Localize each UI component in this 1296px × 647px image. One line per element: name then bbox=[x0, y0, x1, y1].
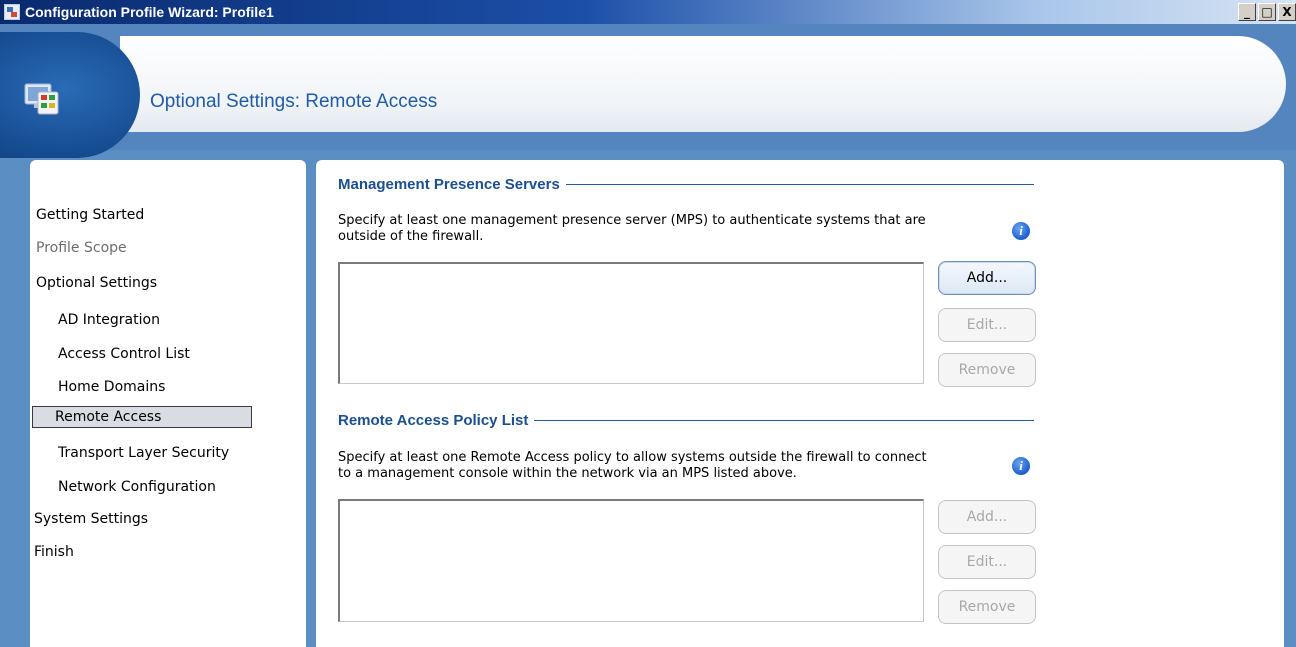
mps-info-icon[interactable]: i bbox=[1012, 222, 1030, 240]
header-logo-backdrop bbox=[0, 32, 140, 158]
window-controls: _ □ X bbox=[1236, 3, 1296, 21]
policy-info-icon[interactable]: i bbox=[1012, 457, 1030, 475]
nav-item-finish[interactable]: Finish bbox=[34, 544, 74, 560]
policy-description-line1: Specify at least one Remote Access polic… bbox=[338, 450, 927, 465]
policy-description-line2: to a management console within the netwo… bbox=[338, 466, 797, 481]
mps-section-header: Management Presence Servers bbox=[338, 176, 1034, 193]
nav-item-getting-started[interactable]: Getting Started bbox=[36, 207, 144, 223]
nav-item-ad-integration[interactable]: AD Integration bbox=[58, 312, 160, 328]
window-title: Configuration Profile Wizard: Profile1 bbox=[25, 4, 274, 20]
policy-edit-button[interactable]: Edit... bbox=[938, 545, 1036, 579]
policy-section-title: Remote Access Policy List bbox=[338, 412, 529, 429]
close-button[interactable]: X bbox=[1278, 3, 1296, 21]
policy-remove-button[interactable]: Remove bbox=[938, 590, 1036, 624]
nav-item-transport-layer-security[interactable]: Transport Layer Security bbox=[58, 445, 229, 461]
header-banner bbox=[120, 36, 1286, 132]
nav-item-remote-access[interactable]: Remote Access bbox=[32, 406, 252, 428]
app-icon bbox=[4, 4, 20, 20]
policy-section-divider bbox=[534, 420, 1034, 421]
mps-edit-button[interactable]: Edit... bbox=[938, 308, 1036, 342]
mps-description: Specify at least one management presence… bbox=[338, 213, 1006, 245]
mps-description-line2: outside of the firewall. bbox=[338, 229, 484, 244]
nav-item-optional-settings[interactable]: Optional Settings bbox=[36, 275, 157, 291]
maximize-button[interactable]: □ bbox=[1258, 3, 1276, 21]
minimize-button[interactable]: _ bbox=[1238, 3, 1256, 21]
title-bar: Configuration Profile Wizard: Profile1 _… bbox=[0, 0, 1296, 24]
policy-description: Specify at least one Remote Access polic… bbox=[338, 450, 1006, 482]
wizard-steps-panel bbox=[30, 160, 306, 647]
mps-remove-button[interactable]: Remove bbox=[938, 353, 1036, 387]
policy-list[interactable] bbox=[338, 499, 924, 622]
nav-item-system-settings[interactable]: System Settings bbox=[34, 511, 148, 527]
policy-section-header: Remote Access Policy List bbox=[338, 412, 1034, 429]
mps-section-divider bbox=[565, 184, 1034, 185]
nav-item-access-control-list[interactable]: Access Control List bbox=[58, 346, 190, 362]
nav-item-home-domains[interactable]: Home Domains bbox=[58, 379, 165, 395]
mps-section-title: Management Presence Servers bbox=[338, 176, 560, 193]
page-title: Optional Settings: Remote Access bbox=[150, 91, 438, 112]
computer-network-icon bbox=[24, 83, 59, 115]
mps-server-list[interactable] bbox=[338, 262, 924, 384]
mps-add-button[interactable]: Add... bbox=[938, 261, 1036, 295]
policy-add-button[interactable]: Add... bbox=[938, 500, 1036, 534]
nav-item-network-configuration[interactable]: Network Configuration bbox=[58, 479, 216, 495]
nav-item-profile-scope: Profile Scope bbox=[36, 240, 127, 256]
mps-description-line1: Specify at least one management presence… bbox=[338, 213, 926, 228]
